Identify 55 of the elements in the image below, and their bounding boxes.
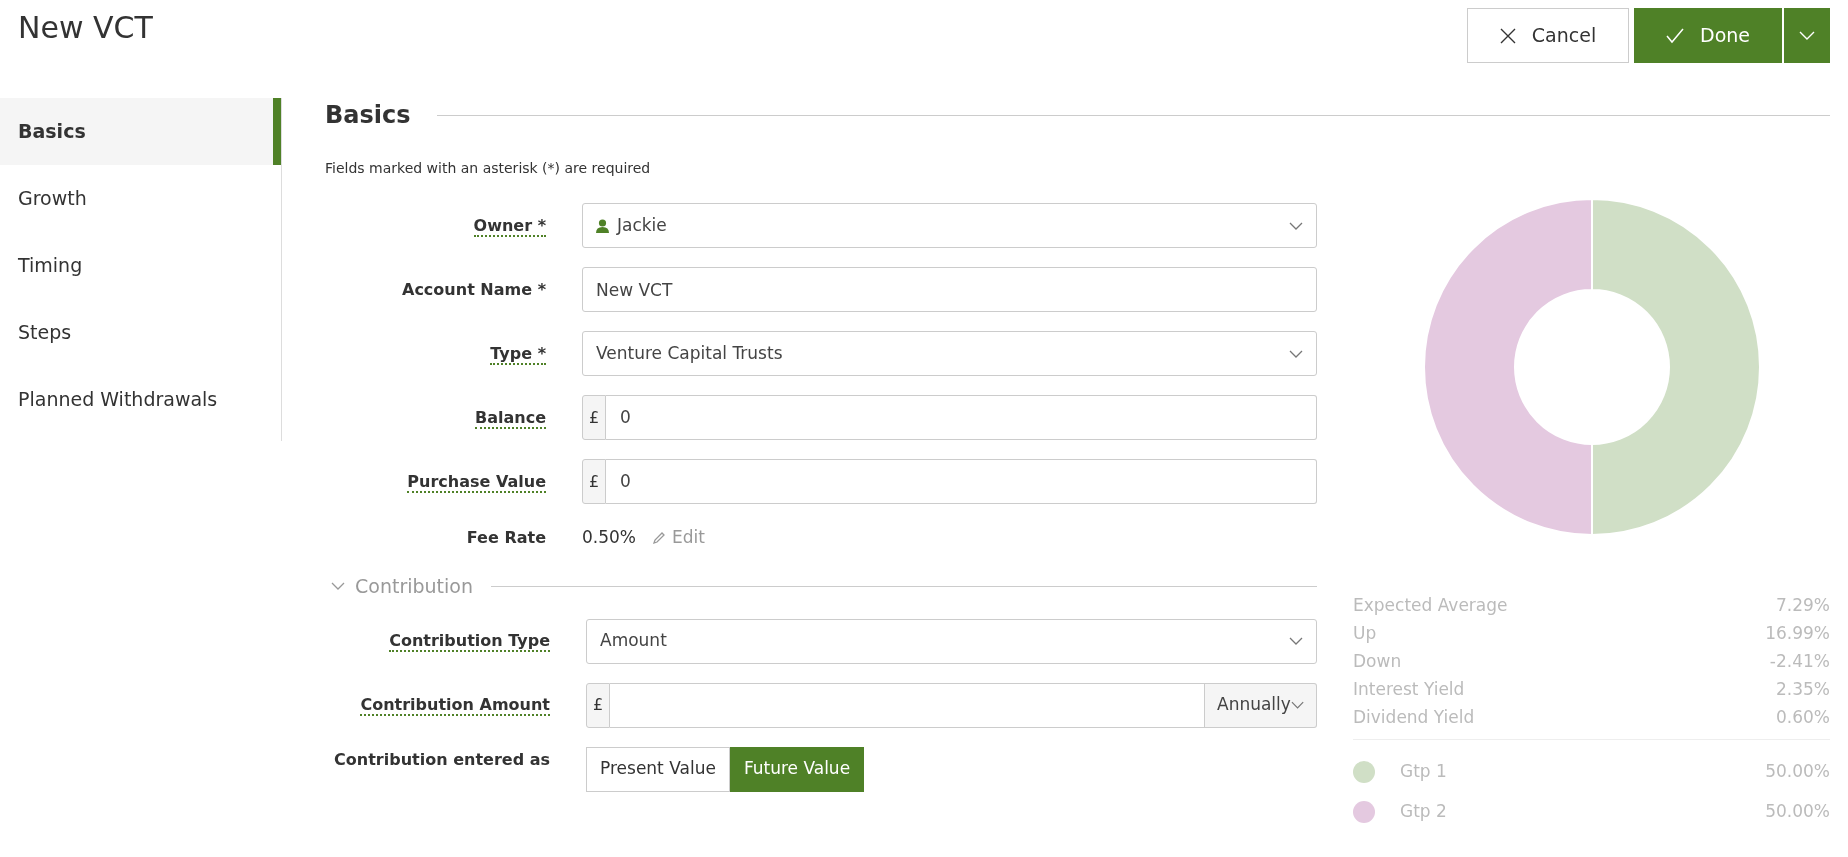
stat-value: 16.99% (1765, 622, 1830, 645)
cancel-button[interactable]: Cancel (1467, 8, 1629, 63)
text-field[interactable]: New VCT (582, 267, 1317, 312)
select-field[interactable]: Venture Capital Trusts (582, 331, 1317, 376)
field-label: Purchase Value (407, 471, 546, 493)
number-input[interactable]: 0 (606, 459, 1317, 504)
legend-value: 50.00% (1765, 800, 1830, 824)
legend-label: Gtp 1 (1400, 760, 1447, 784)
section-title: Basics (325, 100, 411, 130)
check-icon (1666, 27, 1684, 44)
field-label: Fee Rate (466, 528, 546, 547)
toggle-option[interactable]: Future Value (729, 746, 865, 792)
currency-symbol: £ (582, 459, 606, 504)
chevron-down-icon (1799, 31, 1815, 40)
stat-value: 7.29% (1776, 594, 1830, 617)
field-label: Contribution Type (389, 631, 550, 652)
stat-label: Interest Yield (1353, 678, 1465, 701)
toggle-option[interactable]: Present Value (586, 746, 730, 792)
stat-value: 2.35% (1776, 678, 1830, 701)
required-note: Fields marked with an asterisk (*) are required (325, 159, 652, 178)
legend-value: 50.00% (1765, 760, 1830, 784)
stat-value: 0.60% (1776, 706, 1830, 729)
field-label: Balance (475, 407, 546, 429)
currency-symbol: £ (582, 395, 606, 440)
number-input[interactable] (610, 682, 1205, 728)
fee-rate-value: 0.50% (582, 526, 636, 550)
close-icon (1499, 27, 1516, 44)
currency-symbol: £ (586, 682, 610, 728)
chevron-down-icon (1289, 221, 1303, 230)
dropdown-button[interactable] (1782, 8, 1830, 63)
sidebar-item[interactable]: Basics (0, 98, 281, 165)
number-input[interactable]: 0 (606, 395, 1317, 440)
chevron-down-icon (1289, 349, 1303, 358)
chevron-down-icon (1289, 637, 1303, 645)
page-title: New VCT (18, 10, 153, 46)
stat-label: Dividend Yield (1353, 706, 1475, 729)
field-label: Owner * (473, 215, 546, 237)
stat-label: Down (1353, 650, 1402, 673)
stat-label: Up (1353, 622, 1377, 645)
stat-label: Expected Average (1353, 594, 1508, 617)
field-label: Account Name * (402, 279, 546, 299)
field-label: Type * (490, 343, 546, 365)
group-title: Contribution (355, 574, 473, 599)
field-label: Contribution entered as (334, 749, 550, 769)
select-field[interactable]: Amount (586, 618, 1317, 664)
pencil-icon (652, 531, 666, 545)
field-label: Contribution Amount (360, 695, 550, 716)
period-select[interactable]: Annually (1205, 682, 1317, 728)
person-icon (596, 218, 609, 233)
stat-value: -2.41% (1769, 650, 1830, 673)
chevron-down-icon (331, 582, 345, 591)
done-button[interactable]: Done (1634, 8, 1782, 63)
select-field[interactable]: Jackie (582, 203, 1317, 248)
chevron-down-icon (1290, 701, 1304, 709)
legend-label: Gtp 2 (1400, 800, 1447, 824)
